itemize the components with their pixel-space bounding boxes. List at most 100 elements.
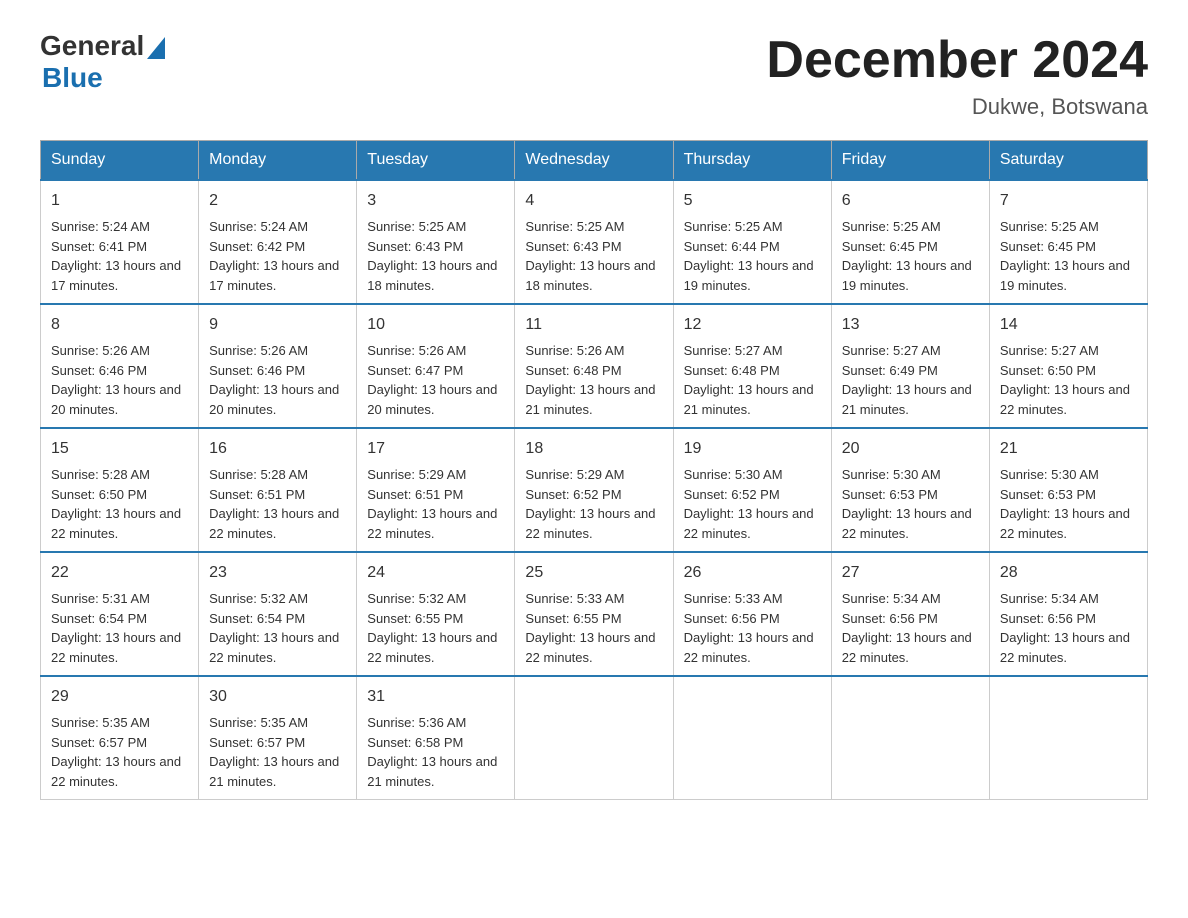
day-info: Sunrise: 5:26 AMSunset: 6:46 PMDaylight:…: [51, 343, 181, 417]
day-info: Sunrise: 5:26 AMSunset: 6:48 PMDaylight:…: [525, 343, 655, 417]
day-number: 2: [209, 189, 346, 213]
calendar-day-header: Sunday: [41, 141, 199, 181]
calendar-day-cell: 6 Sunrise: 5:25 AMSunset: 6:45 PMDayligh…: [831, 180, 989, 304]
calendar-day-cell: 2 Sunrise: 5:24 AMSunset: 6:42 PMDayligh…: [199, 180, 357, 304]
day-number: 21: [1000, 437, 1137, 461]
calendar-day-cell: 12 Sunrise: 5:27 AMSunset: 6:48 PMDaylig…: [673, 304, 831, 428]
calendar-day-cell: 15 Sunrise: 5:28 AMSunset: 6:50 PMDaylig…: [41, 428, 199, 552]
day-number: 16: [209, 437, 346, 461]
day-number: 20: [842, 437, 979, 461]
day-info: Sunrise: 5:28 AMSunset: 6:50 PMDaylight:…: [51, 467, 181, 541]
calendar-day-header: Thursday: [673, 141, 831, 181]
calendar-day-cell: 7 Sunrise: 5:25 AMSunset: 6:45 PMDayligh…: [989, 180, 1147, 304]
day-info: Sunrise: 5:30 AMSunset: 6:53 PMDaylight:…: [1000, 467, 1130, 541]
calendar-table: SundayMondayTuesdayWednesdayThursdayFrid…: [40, 140, 1148, 800]
calendar-day-cell: 19 Sunrise: 5:30 AMSunset: 6:52 PMDaylig…: [673, 428, 831, 552]
day-info: Sunrise: 5:27 AMSunset: 6:50 PMDaylight:…: [1000, 343, 1130, 417]
calendar-day-cell: 17 Sunrise: 5:29 AMSunset: 6:51 PMDaylig…: [357, 428, 515, 552]
day-number: 10: [367, 313, 504, 337]
day-number: 3: [367, 189, 504, 213]
calendar-day-cell: 29 Sunrise: 5:35 AMSunset: 6:57 PMDaylig…: [41, 676, 199, 800]
day-number: 7: [1000, 189, 1137, 213]
calendar-day-cell: 14 Sunrise: 5:27 AMSunset: 6:50 PMDaylig…: [989, 304, 1147, 428]
calendar-day-cell: 9 Sunrise: 5:26 AMSunset: 6:46 PMDayligh…: [199, 304, 357, 428]
calendar-header-row: SundayMondayTuesdayWednesdayThursdayFrid…: [41, 141, 1148, 181]
calendar-day-cell: 30 Sunrise: 5:35 AMSunset: 6:57 PMDaylig…: [199, 676, 357, 800]
logo-general-text: General: [40, 30, 144, 62]
calendar-day-cell: 18 Sunrise: 5:29 AMSunset: 6:52 PMDaylig…: [515, 428, 673, 552]
day-number: 19: [684, 437, 821, 461]
day-number: 18: [525, 437, 662, 461]
day-number: 15: [51, 437, 188, 461]
day-number: 4: [525, 189, 662, 213]
day-info: Sunrise: 5:35 AMSunset: 6:57 PMDaylight:…: [51, 715, 181, 789]
calendar-day-cell: 10 Sunrise: 5:26 AMSunset: 6:47 PMDaylig…: [357, 304, 515, 428]
day-number: 14: [1000, 313, 1137, 337]
calendar-week-row: 29 Sunrise: 5:35 AMSunset: 6:57 PMDaylig…: [41, 676, 1148, 800]
calendar-day-cell: 11 Sunrise: 5:26 AMSunset: 6:48 PMDaylig…: [515, 304, 673, 428]
day-info: Sunrise: 5:26 AMSunset: 6:46 PMDaylight:…: [209, 343, 339, 417]
calendar-day-header: Friday: [831, 141, 989, 181]
day-info: Sunrise: 5:25 AMSunset: 6:45 PMDaylight:…: [1000, 219, 1130, 293]
title-block: December 2024 Dukwe, Botswana: [766, 30, 1148, 120]
day-number: 22: [51, 561, 188, 585]
day-number: 30: [209, 685, 346, 709]
calendar-day-header: Monday: [199, 141, 357, 181]
day-info: Sunrise: 5:35 AMSunset: 6:57 PMDaylight:…: [209, 715, 339, 789]
day-number: 27: [842, 561, 979, 585]
day-info: Sunrise: 5:36 AMSunset: 6:58 PMDaylight:…: [367, 715, 497, 789]
day-info: Sunrise: 5:26 AMSunset: 6:47 PMDaylight:…: [367, 343, 497, 417]
calendar-day-cell: [673, 676, 831, 800]
day-info: Sunrise: 5:31 AMSunset: 6:54 PMDaylight:…: [51, 591, 181, 665]
calendar-day-cell: 1 Sunrise: 5:24 AMSunset: 6:41 PMDayligh…: [41, 180, 199, 304]
calendar-day-cell: 20 Sunrise: 5:30 AMSunset: 6:53 PMDaylig…: [831, 428, 989, 552]
day-info: Sunrise: 5:27 AMSunset: 6:49 PMDaylight:…: [842, 343, 972, 417]
day-info: Sunrise: 5:33 AMSunset: 6:56 PMDaylight:…: [684, 591, 814, 665]
day-info: Sunrise: 5:30 AMSunset: 6:53 PMDaylight:…: [842, 467, 972, 541]
day-info: Sunrise: 5:28 AMSunset: 6:51 PMDaylight:…: [209, 467, 339, 541]
page-header: General Blue December 2024 Dukwe, Botswa…: [40, 30, 1148, 120]
calendar-day-cell: 26 Sunrise: 5:33 AMSunset: 6:56 PMDaylig…: [673, 552, 831, 676]
day-info: Sunrise: 5:34 AMSunset: 6:56 PMDaylight:…: [1000, 591, 1130, 665]
calendar-day-header: Tuesday: [357, 141, 515, 181]
day-info: Sunrise: 5:30 AMSunset: 6:52 PMDaylight:…: [684, 467, 814, 541]
calendar-day-cell: 4 Sunrise: 5:25 AMSunset: 6:43 PMDayligh…: [515, 180, 673, 304]
calendar-day-cell: 13 Sunrise: 5:27 AMSunset: 6:49 PMDaylig…: [831, 304, 989, 428]
day-info: Sunrise: 5:24 AMSunset: 6:42 PMDaylight:…: [209, 219, 339, 293]
calendar-day-cell: [831, 676, 989, 800]
day-number: 13: [842, 313, 979, 337]
calendar-day-cell: 27 Sunrise: 5:34 AMSunset: 6:56 PMDaylig…: [831, 552, 989, 676]
day-number: 23: [209, 561, 346, 585]
calendar-week-row: 22 Sunrise: 5:31 AMSunset: 6:54 PMDaylig…: [41, 552, 1148, 676]
day-info: Sunrise: 5:27 AMSunset: 6:48 PMDaylight:…: [684, 343, 814, 417]
day-number: 24: [367, 561, 504, 585]
logo-triangle-icon: [147, 37, 165, 59]
calendar-week-row: 1 Sunrise: 5:24 AMSunset: 6:41 PMDayligh…: [41, 180, 1148, 304]
calendar-day-cell: 25 Sunrise: 5:33 AMSunset: 6:55 PMDaylig…: [515, 552, 673, 676]
day-number: 29: [51, 685, 188, 709]
day-info: Sunrise: 5:33 AMSunset: 6:55 PMDaylight:…: [525, 591, 655, 665]
logo-blue-text: Blue: [42, 62, 103, 94]
subtitle: Dukwe, Botswana: [766, 94, 1148, 120]
day-number: 17: [367, 437, 504, 461]
day-number: 25: [525, 561, 662, 585]
main-title: December 2024: [766, 30, 1148, 90]
calendar-day-header: Saturday: [989, 141, 1147, 181]
calendar-day-cell: 23 Sunrise: 5:32 AMSunset: 6:54 PMDaylig…: [199, 552, 357, 676]
day-info: Sunrise: 5:29 AMSunset: 6:51 PMDaylight:…: [367, 467, 497, 541]
day-number: 11: [525, 313, 662, 337]
calendar-day-cell: 24 Sunrise: 5:32 AMSunset: 6:55 PMDaylig…: [357, 552, 515, 676]
day-info: Sunrise: 5:25 AMSunset: 6:43 PMDaylight:…: [525, 219, 655, 293]
day-number: 28: [1000, 561, 1137, 585]
calendar-day-cell: 22 Sunrise: 5:31 AMSunset: 6:54 PMDaylig…: [41, 552, 199, 676]
day-info: Sunrise: 5:24 AMSunset: 6:41 PMDaylight:…: [51, 219, 181, 293]
day-number: 9: [209, 313, 346, 337]
day-info: Sunrise: 5:25 AMSunset: 6:45 PMDaylight:…: [842, 219, 972, 293]
day-info: Sunrise: 5:34 AMSunset: 6:56 PMDaylight:…: [842, 591, 972, 665]
calendar-day-cell: 28 Sunrise: 5:34 AMSunset: 6:56 PMDaylig…: [989, 552, 1147, 676]
day-info: Sunrise: 5:25 AMSunset: 6:43 PMDaylight:…: [367, 219, 497, 293]
calendar-day-cell: 16 Sunrise: 5:28 AMSunset: 6:51 PMDaylig…: [199, 428, 357, 552]
calendar-day-cell: [515, 676, 673, 800]
day-number: 31: [367, 685, 504, 709]
calendar-day-cell: 31 Sunrise: 5:36 AMSunset: 6:58 PMDaylig…: [357, 676, 515, 800]
